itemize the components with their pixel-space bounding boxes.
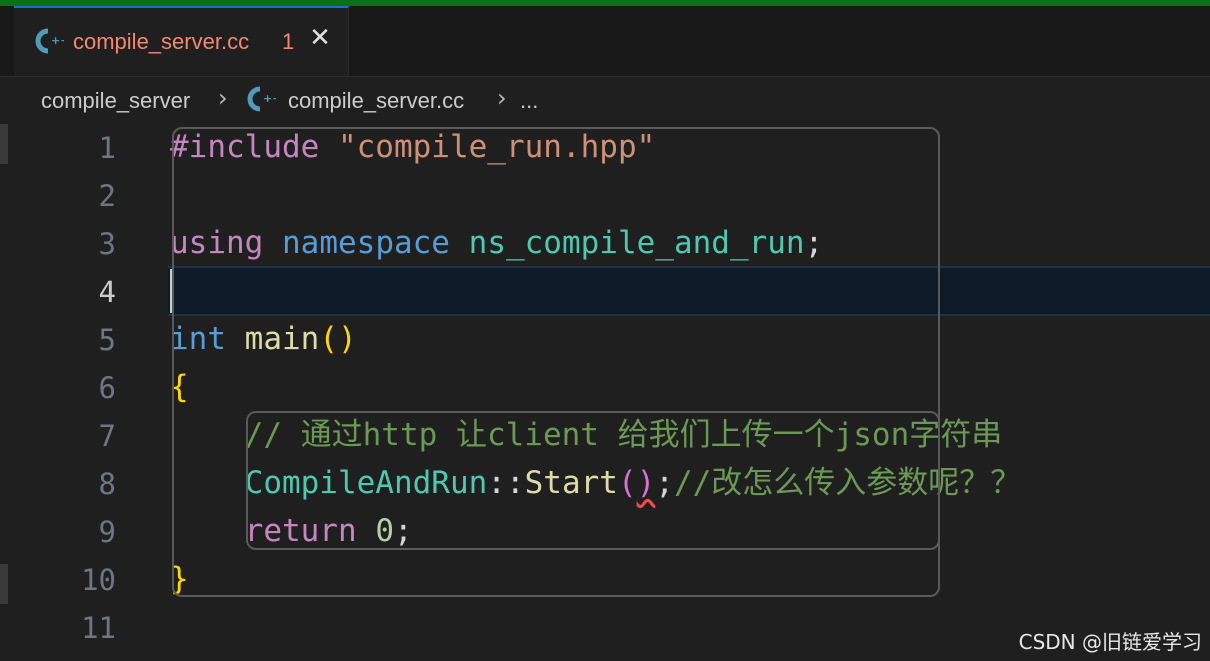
tab-compile-server-cc[interactable]: ++ compile_server.cc 1 ✕ — [14, 6, 349, 76]
code-line-8[interactable]: CompileAndRun::Start();//改怎么传入参数呢？？ — [170, 459, 1022, 507]
close-brace: } — [170, 561, 189, 597]
line-number: 1 — [98, 131, 116, 165]
code-line-1[interactable]: #include "compile_run.hpp" — [170, 123, 655, 171]
keyword-return: return — [244, 513, 357, 549]
error-squiggle[interactable]: ) — [637, 465, 656, 501]
line-number: 9 — [98, 515, 116, 549]
line-number: 2 — [98, 179, 116, 213]
breadcrumb: compile_server › ++ compile_server.cc › … — [0, 80, 1210, 122]
cpp-file-icon: ++ — [35, 28, 64, 54]
include-directive: #include — [170, 129, 320, 165]
problem-count-badge: 1 — [282, 29, 295, 54]
line-number-gutter: 1 2 3 4 5 6 7 8 9 10 11 — [0, 122, 150, 661]
line-number: 6 — [98, 371, 116, 405]
line-number: 10 — [81, 563, 116, 597]
chevron-right-icon: › — [218, 84, 228, 112]
code-comment: //改怎么传入参数呢？？ — [673, 465, 1022, 501]
svg-text:++: ++ — [51, 34, 64, 47]
chevron-right-icon: › — [497, 84, 507, 112]
code-line-3[interactable]: using namespace ns_compile_and_run; — [170, 219, 823, 267]
keyword-using: using — [170, 225, 264, 261]
function-start: Start — [524, 465, 618, 501]
code-line-10[interactable]: } — [170, 555, 189, 603]
breadcrumb-folder[interactable]: compile_server — [41, 88, 190, 114]
open-brace: { — [170, 369, 189, 405]
current-line-highlight — [168, 266, 1210, 316]
class-name: CompileAndRun — [244, 465, 488, 501]
code-line-6[interactable]: { — [170, 363, 189, 411]
include-path: "compile_run.hpp" — [337, 129, 656, 165]
code-line-5[interactable]: int main() — [170, 315, 357, 363]
line-number: 7 — [98, 419, 116, 453]
text-cursor — [170, 269, 173, 313]
line-number: 11 — [81, 611, 116, 645]
close-icon[interactable]: ✕ — [307, 25, 333, 51]
cpp-file-icon: ++ — [247, 86, 276, 112]
breadcrumb-file[interactable]: compile_server.cc — [288, 88, 464, 114]
line-number: 8 — [98, 467, 116, 501]
code-line-9[interactable]: return 0; — [170, 507, 413, 555]
keyword-int: int — [170, 321, 226, 357]
code-line-7[interactable]: // 通过http 让client 给我们上传一个json字符串 — [170, 411, 1003, 459]
number-literal: 0 — [375, 513, 394, 549]
namespace-name: ns_compile_and_run — [468, 225, 805, 261]
line-number: 3 — [98, 227, 116, 261]
code-comment: // 通过http 让client 给我们上传一个json字符串 — [244, 417, 1003, 453]
line-number-active: 4 — [98, 275, 116, 309]
breadcrumb-more[interactable]: ... — [520, 88, 538, 114]
function-main: main — [244, 321, 320, 357]
keyword-namespace: namespace — [282, 225, 450, 261]
tab-filename: compile_server.cc — [73, 29, 250, 54]
line-number: 5 — [98, 323, 116, 357]
watermark: CSDN @旧链爱学习 — [1018, 630, 1202, 654]
svg-text:++: ++ — [263, 92, 276, 105]
tab-bar: ++ compile_server.cc 1 ✕ — [0, 6, 1210, 77]
